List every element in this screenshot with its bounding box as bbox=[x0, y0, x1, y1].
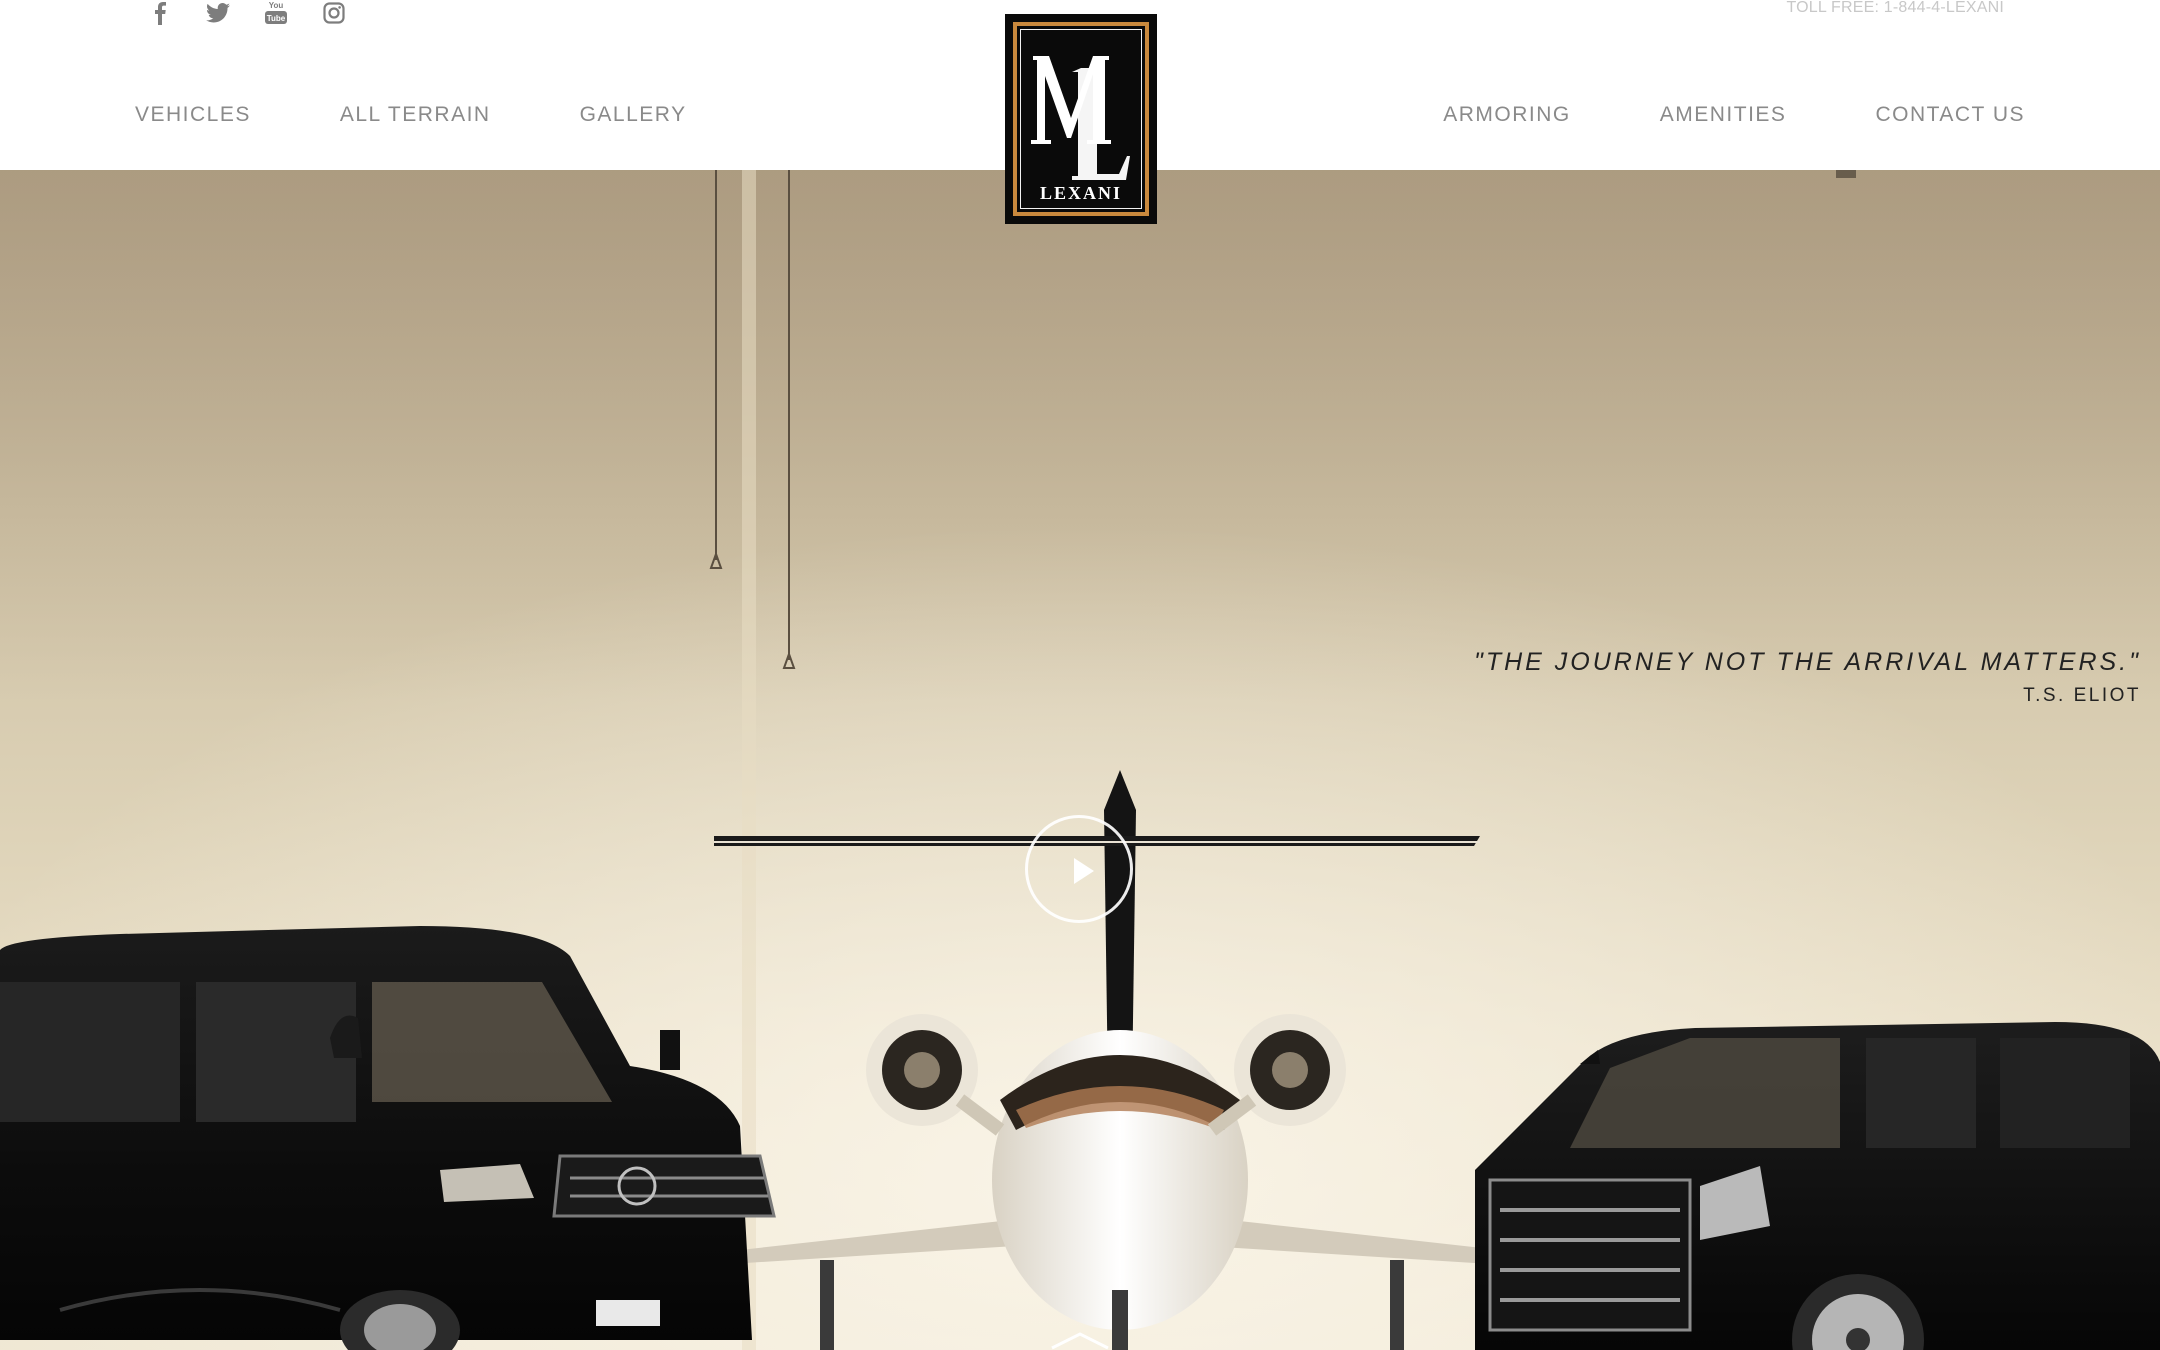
chevron-down-icon[interactable] bbox=[1048, 1332, 1112, 1350]
nav-gallery[interactable]: GALLERY bbox=[580, 103, 687, 127]
svg-text:You: You bbox=[269, 1, 284, 10]
play-icon bbox=[1074, 858, 1094, 884]
twitter-icon[interactable] bbox=[204, 0, 232, 26]
play-video-button[interactable] bbox=[1025, 815, 1133, 923]
nav-all-terrain[interactable]: ALL TERRAIN bbox=[340, 103, 491, 127]
nav-left: VEHICLES ALL TERRAIN GALLERY bbox=[135, 100, 687, 130]
svg-text:Tube: Tube bbox=[267, 14, 286, 23]
hero-banner: "THE JOURNEY NOT THE ARRIVAL MATTERS." T… bbox=[0, 170, 2160, 1350]
hero-quote: "THE JOURNEY NOT THE ARRIVAL MATTERS." T… bbox=[1474, 648, 2141, 707]
nav-vehicles[interactable]: VEHICLES bbox=[135, 103, 251, 127]
nav-right: ARMORING AMENITIES CONTACT US bbox=[1443, 100, 2025, 130]
social-links: You Tube bbox=[146, 0, 348, 26]
instagram-icon[interactable] bbox=[320, 0, 348, 26]
page: You Tube TOLL FREE: 1-844-4-LEXANI VEHIC… bbox=[0, 0, 2160, 1350]
youtube-icon[interactable]: You Tube bbox=[262, 0, 290, 26]
nav-contact-us[interactable]: CONTACT US bbox=[1875, 103, 2025, 127]
quote-text: "THE JOURNEY NOT THE ARRIVAL MATTERS." bbox=[1473, 648, 2141, 676]
facebook-icon[interactable] bbox=[146, 0, 174, 26]
nav-armoring[interactable]: ARMORING bbox=[1443, 103, 1571, 127]
logo-monogram bbox=[1031, 56, 1130, 180]
lexani-logo[interactable]: LEXANI bbox=[1005, 14, 1157, 224]
hero-image bbox=[0, 170, 2160, 1350]
nav-amenities[interactable]: AMENITIES bbox=[1660, 103, 1787, 127]
logo-wordmark: LEXANI bbox=[1039, 183, 1122, 203]
quote-author: T.S. ELIOT bbox=[2023, 685, 2141, 706]
toll-free-number: TOLL FREE: 1-844-4-LEXANI bbox=[1786, 0, 2004, 16]
